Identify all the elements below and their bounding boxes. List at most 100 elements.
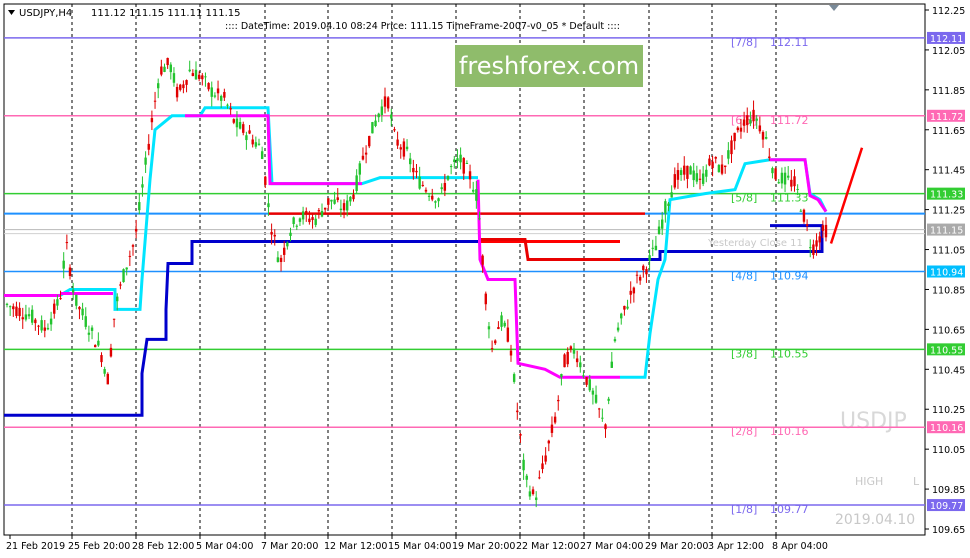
candle-body (270, 231, 273, 235)
level-label: [5/8] (731, 192, 757, 205)
candle-body (698, 178, 702, 180)
candle-body (317, 209, 321, 212)
candle-body (220, 95, 223, 101)
x-tick-label: 28 Feb 12:00 (132, 541, 194, 552)
level-value: 112.11 (770, 36, 809, 49)
candle-body (358, 163, 361, 175)
candle-body (651, 247, 654, 249)
candle-body (342, 203, 346, 211)
candle-body (327, 198, 330, 205)
candle-body (59, 298, 62, 300)
watermark-low: L (913, 475, 920, 488)
candle-body (172, 73, 176, 83)
candle-body (440, 187, 443, 190)
candle-body (724, 165, 727, 168)
candle-body (242, 124, 245, 133)
candle-body (368, 135, 371, 147)
candle-body (598, 408, 601, 410)
candle-body (427, 195, 431, 197)
candle-body (377, 113, 380, 118)
candle-body (68, 267, 72, 276)
candle-body (106, 373, 109, 385)
candle-body (484, 293, 487, 305)
candle-body (749, 119, 752, 124)
candle-body (210, 87, 213, 97)
candle-body (453, 159, 456, 162)
candle-body (793, 176, 796, 187)
candle-body (179, 84, 182, 90)
price-tag-label: 111.72 (930, 112, 963, 123)
candle-body (805, 224, 809, 226)
candle-body (790, 179, 793, 187)
y-tick-label: 111.05 (932, 246, 965, 257)
candle-body (103, 369, 106, 374)
candle-body (746, 115, 749, 126)
candle-body (393, 129, 396, 131)
candle-body (821, 225, 825, 231)
price-tag-label: 111.15 (930, 226, 963, 237)
y-tick-label: 112.05 (932, 46, 965, 57)
candle-body (661, 219, 664, 229)
candle-body (638, 276, 642, 281)
candle-body (553, 416, 557, 423)
candle-body (56, 299, 59, 306)
candle-body (475, 189, 478, 201)
candle-body (607, 398, 610, 401)
candle-body (24, 314, 28, 320)
level-label: [2/8] (731, 425, 757, 438)
x-tick-label: 22 Mar 12:00 (516, 541, 579, 552)
candle-body (676, 170, 680, 180)
candle-body (613, 339, 617, 342)
watermark-high: HIGH (855, 475, 883, 488)
candle-body (629, 290, 632, 295)
candle-body (34, 319, 37, 324)
level-label: [3/8] (731, 347, 757, 360)
info-line: :::: DateTime: 2019.04.10 08:24 Price: 1… (225, 21, 620, 32)
candle-body (516, 410, 519, 413)
x-tick-label: 7 Mar 20:00 (261, 541, 318, 552)
candle-body (569, 346, 573, 350)
candle-body (169, 64, 172, 73)
candle-body (701, 173, 705, 184)
symbol-label: USDJPY,H4 (19, 8, 72, 19)
candle-body (257, 143, 261, 145)
y-tick-label: 110.85 (932, 285, 965, 296)
candle-body (97, 340, 100, 346)
candle-body (465, 163, 469, 165)
candle-body (216, 88, 220, 94)
price-tag-label: 110.16 (930, 423, 963, 434)
candle-body (15, 306, 18, 316)
candle-body (349, 196, 352, 202)
forex-chart[interactable]: freshforex.com USDJP HIGH L 2019.04.10 [… (0, 0, 970, 558)
y-tick-label: 112.25 (932, 6, 965, 17)
candle-body (456, 158, 459, 162)
level-label: [7/8] (731, 36, 757, 49)
candle-body (311, 217, 314, 221)
candle-body (695, 173, 699, 182)
candle-body (648, 255, 651, 261)
candle-body (87, 332, 91, 335)
y-tick-label: 111.45 (932, 166, 965, 177)
candle-body (708, 158, 711, 166)
candle-body (494, 340, 497, 344)
candle-body (550, 424, 554, 433)
candle-body (585, 377, 588, 385)
candle-body (654, 245, 658, 251)
x-tick-label: 8 Apr 04:00 (772, 541, 828, 552)
candle-body (18, 307, 21, 317)
candle-body (774, 168, 777, 180)
x-tick-label: 27 Mar 04:00 (580, 541, 643, 552)
candle-body (531, 489, 535, 495)
candle-body (298, 218, 302, 222)
candle-body (437, 198, 440, 202)
candle-body (572, 348, 576, 354)
y-tick-label: 110.65 (932, 325, 965, 336)
candle-body (472, 189, 475, 192)
candle-body (361, 155, 365, 160)
candle-body (245, 135, 248, 141)
y-tick-label: 110.45 (932, 365, 965, 376)
candle-body (799, 210, 802, 212)
price-tags: 112.11 111.72 111.33 111.15 110.94 110.55 110.… (927, 31, 965, 512)
level-value: 111.33 (770, 192, 809, 205)
candle-body (730, 140, 733, 155)
